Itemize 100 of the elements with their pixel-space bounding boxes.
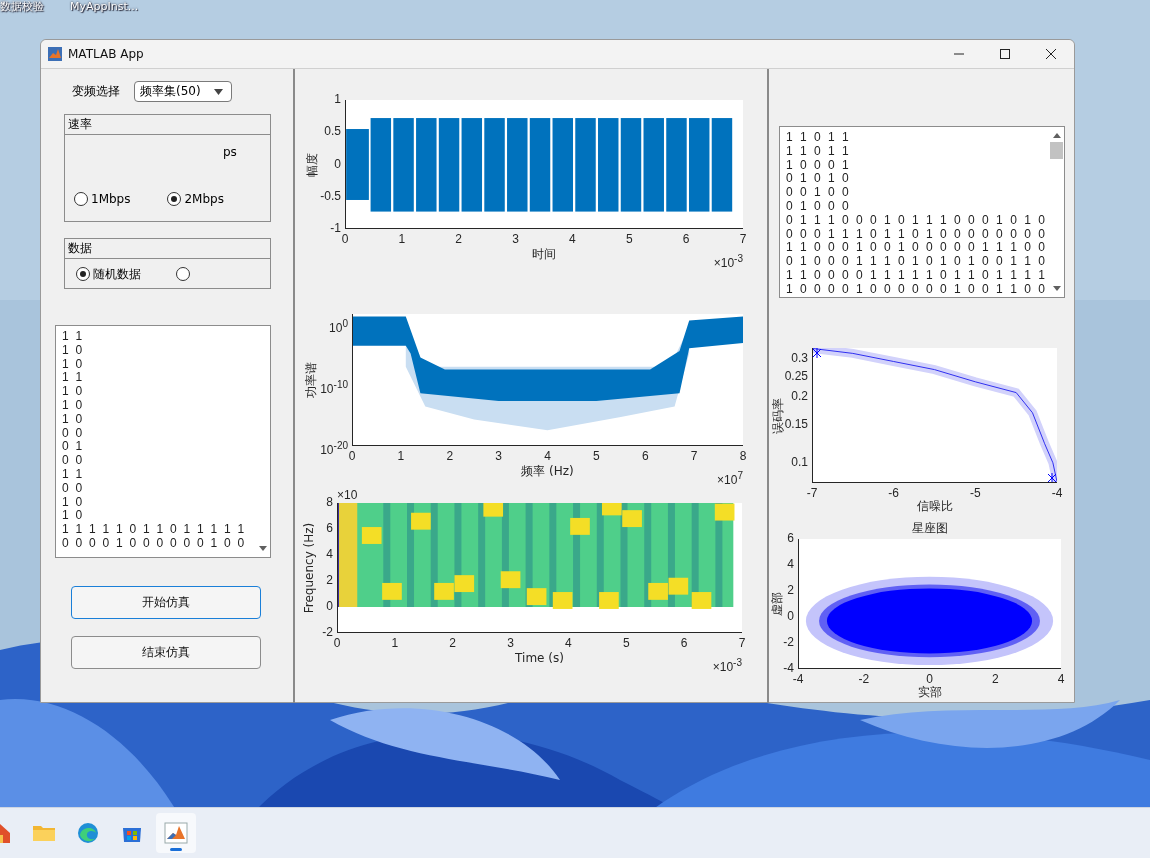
axis-tick-label: 8 <box>739 449 747 464</box>
heatmap-cell <box>691 592 712 609</box>
axis-tick-label: 0 <box>334 156 341 172</box>
axis-tick-label: -5 <box>970 486 981 501</box>
axis-tick-label: 4 <box>1057 672 1065 687</box>
axis-tick-label: 1 <box>397 449 405 464</box>
heatmap-cell <box>361 527 382 544</box>
axis-tick-label: 10$^{-20}$ <box>320 439 348 458</box>
axis-tick-label: 3 <box>512 232 519 247</box>
table-row: 1 0 <box>62 412 83 427</box>
axis-tick-label: 2 <box>991 672 999 687</box>
radio-button[interactable] <box>176 266 190 282</box>
axis-tick-label: 0.15 <box>784 416 808 432</box>
table-row: 0 1 0 1 0 <box>786 172 849 187</box>
table-row: 0 1 0 0 0 <box>786 200 849 214</box>
action-button[interactable]: 结束仿真 <box>71 636 261 669</box>
axis-tick-label: 4 <box>326 547 333 562</box>
scrollbar-thumb[interactable] <box>1050 142 1063 159</box>
table-row: 0 1 <box>62 440 83 455</box>
axis-tick-label: 5 <box>593 449 600 464</box>
axis-label: 误码率 <box>770 397 785 434</box>
axis-tick-label: -6 <box>888 486 899 501</box>
table-row: 0 0 <box>62 454 83 468</box>
table-row: 1 1 <box>62 371 83 386</box>
table-row: 1 1 1 1 1 0 1 1 0 1 1 1 1 1 <box>62 523 245 537</box>
axis-tick-label: 6 <box>682 232 690 247</box>
axis-tick-label: -2 <box>322 625 333 640</box>
axis-tick-label: 4 <box>569 232 576 247</box>
action-button[interactable]: 开始仿真 <box>71 586 261 619</box>
axis-tick-label: 7 <box>738 636 746 651</box>
axis-exponent: ×10 <box>337 488 358 503</box>
axis-tick-label: 4 <box>565 636 572 651</box>
dropdown-label: 变频选择 <box>72 83 121 100</box>
axis-tick-label: 0 <box>787 609 794 624</box>
axis-tick-label: 2 <box>449 636 457 651</box>
dropdown[interactable]: 频率集(50) <box>134 81 232 102</box>
axis-tick-label: 2 <box>326 573 333 588</box>
axis-tick-label: 6 <box>326 521 333 536</box>
up-arrow-icon[interactable] <box>1052 133 1061 138</box>
table-row: 1 0 <box>62 399 83 413</box>
axis-label: Time (s) <box>515 651 564 666</box>
axis-tick-label: 5 <box>622 636 630 651</box>
axis-label: 频率 (Hz) <box>521 464 574 479</box>
axis-tick-label: 6 <box>641 449 649 464</box>
axis-tick-label: -7 <box>806 486 818 501</box>
axis-tick-label: 7 <box>739 232 747 247</box>
axis-tick-label: 4 <box>544 449 551 464</box>
down-arrow-icon[interactable] <box>258 546 267 551</box>
axis-tick-label: -4 <box>783 661 794 675</box>
peak-icon <box>48 47 62 61</box>
table-row: 0 0 <box>62 481 83 496</box>
axis-tick-label: 7 <box>690 449 698 464</box>
close-icon <box>1045 48 1057 60</box>
table-row: 1 1 0 0 0 1 0 0 1 0 0 0 0 0 1 1 1 0 0 <box>786 241 1045 256</box>
axis-tick-label: 2 <box>455 232 463 247</box>
axis-tick-label: 2 <box>446 449 454 464</box>
table-row: 1 0 <box>62 343 83 358</box>
table-row: 1 0 <box>62 509 83 524</box>
group-title: 速率 <box>68 116 92 133</box>
peak-icon[interactable] <box>156 813 196 853</box>
table-row: 1 1 <box>62 330 83 344</box>
axis-label: 实部 <box>917 685 942 700</box>
table-row: 0 1 0 0 0 1 1 1 0 1 0 1 0 1 0 0 1 1 0 <box>786 255 1045 269</box>
axis-tick-label: 0.3 <box>791 350 808 366</box>
axis-tick-label: 3 <box>507 636 514 651</box>
axis-tick-label: 8 <box>326 495 333 510</box>
axis-tick-label: 3 <box>495 449 502 464</box>
table-row: 1 1 0 0 0 0 1 1 1 1 1 0 1 1 0 1 1 1 1 <box>786 268 1045 283</box>
axis-tick-label: 10$^{0}$ <box>329 317 348 337</box>
table-row: 1 0 <box>62 495 83 510</box>
axis-tick-label: 1 <box>334 92 341 107</box>
axis-tick-label: 0.1 <box>791 454 808 470</box>
axis-tick-label: 2 <box>787 583 794 598</box>
heatmap-cell <box>552 592 573 609</box>
table-row: 1 0 0 0 0 1 0 0 0 0 0 0 1 0 0 1 1 0 0 <box>786 282 1045 297</box>
down-arrow-icon[interactable] <box>1052 286 1061 291</box>
table-row: 0 0 0 0 1 0 0 0 0 0 0 1 0 0 <box>62 536 245 551</box>
rate-label-fragment: ps <box>223 145 237 159</box>
table-row: 0 1 1 1 0 0 0 1 0 1 1 1 0 0 0 1 0 1 0 <box>786 213 1045 228</box>
table-row: 1 0 0 0 1 <box>786 158 849 173</box>
table-row: 1 0 <box>62 385 83 399</box>
axis-tick-label: -2 <box>858 672 870 687</box>
axis-tick-label: 1 <box>398 232 406 247</box>
axis-tick-label: 0.2 <box>791 389 808 404</box>
heatmap-cell <box>602 503 622 516</box>
axis-tick-label: 0 <box>341 232 349 247</box>
axis-exponent: ×10$^{-3}$ <box>712 656 742 675</box>
radio-button[interactable]: 1Mbps <box>74 191 131 207</box>
window-title: MATLAB App <box>68 47 144 61</box>
caret-icon <box>214 88 223 95</box>
table-row: 1 1 0 1 1 <box>786 144 849 159</box>
radio-button[interactable]: 随机数据 <box>76 266 141 282</box>
axis-label: 幅度 <box>304 152 320 177</box>
axis-exponent: ×10$^{-3}$ <box>713 252 743 271</box>
radio-button[interactable]: 2Mbps <box>167 191 224 207</box>
axis-tick-label: 0.25 <box>784 369 808 384</box>
axis-tick-label: -4 <box>1051 486 1063 501</box>
table-row: 1 0 <box>62 357 83 372</box>
table-row: 1 1 0 1 1 <box>786 131 849 145</box>
table-row: 1 1 <box>62 467 83 482</box>
